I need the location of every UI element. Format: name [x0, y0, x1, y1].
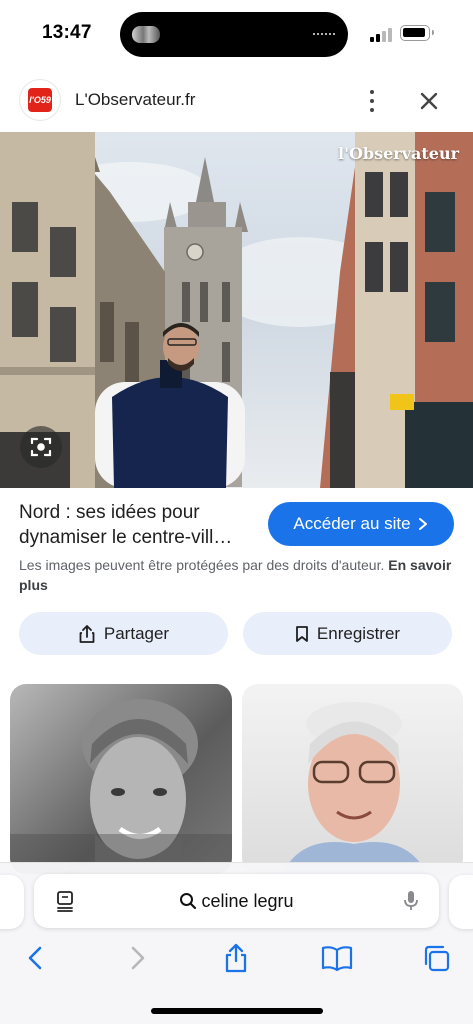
home-indicator[interactable] [151, 1008, 323, 1014]
share-button[interactable]: Partager [19, 612, 228, 655]
now-playing-thumbnail [132, 26, 160, 43]
share-label: Partager [103, 623, 170, 643]
status-time: 13:47 [42, 22, 92, 43]
visit-site-button[interactable]: Accéder au site [268, 502, 454, 546]
audio-wave-icon [312, 32, 336, 36]
microphone-icon[interactable] [402, 889, 420, 913]
search-icon [180, 893, 197, 910]
chevron-right-icon [418, 518, 427, 530]
previous-tab-preview[interactable] [0, 875, 24, 929]
site-name[interactable]: L'Observateur.fr [75, 90, 195, 110]
site-logo[interactable]: l'O59 [20, 80, 60, 120]
save-button[interactable]: Enregistrer [243, 612, 452, 655]
source-header: l'O59 L'Observateur.fr [0, 72, 473, 130]
bookmark-icon [296, 625, 308, 642]
preview-image[interactable]: l'Observateur [0, 132, 473, 488]
close-icon[interactable] [416, 88, 442, 114]
related-image[interactable] [242, 684, 463, 874]
result-title[interactable]: Nord : ses idées pour dynamiser le centr… [19, 500, 259, 550]
copyright-text: Les images peuvent être protégées par de… [19, 557, 385, 573]
related-image[interactable] [10, 684, 232, 874]
image-watermark: l'Observateur [337, 144, 459, 163]
back-icon[interactable] [19, 941, 53, 975]
more-icon[interactable] [360, 88, 384, 114]
battery-icon [400, 25, 434, 41]
copyright-notice: Les images peuvent être protégées par de… [19, 555, 455, 595]
address-bar[interactable]: celine legru [34, 874, 439, 928]
forward-icon[interactable] [120, 941, 154, 975]
browser-toolbar: celine legru [0, 862, 473, 1024]
visit-site-label: Accéder au site [293, 514, 411, 533]
address-text: celine legru [201, 890, 294, 911]
status-bar: 13:47 [0, 0, 473, 66]
share-sheet-icon[interactable] [219, 941, 253, 975]
book-icon[interactable] [320, 941, 354, 975]
share-icon [79, 624, 95, 643]
save-label: Enregistrer [316, 623, 401, 643]
tabs-icon[interactable] [420, 941, 454, 975]
cellular-signal-icon [370, 26, 394, 42]
site-logo-text: l'O59 [28, 88, 52, 112]
lens-icon[interactable] [20, 426, 62, 468]
dynamic-island [120, 12, 348, 57]
address-query[interactable]: celine legru [34, 874, 439, 928]
next-tab-preview[interactable] [449, 875, 473, 929]
